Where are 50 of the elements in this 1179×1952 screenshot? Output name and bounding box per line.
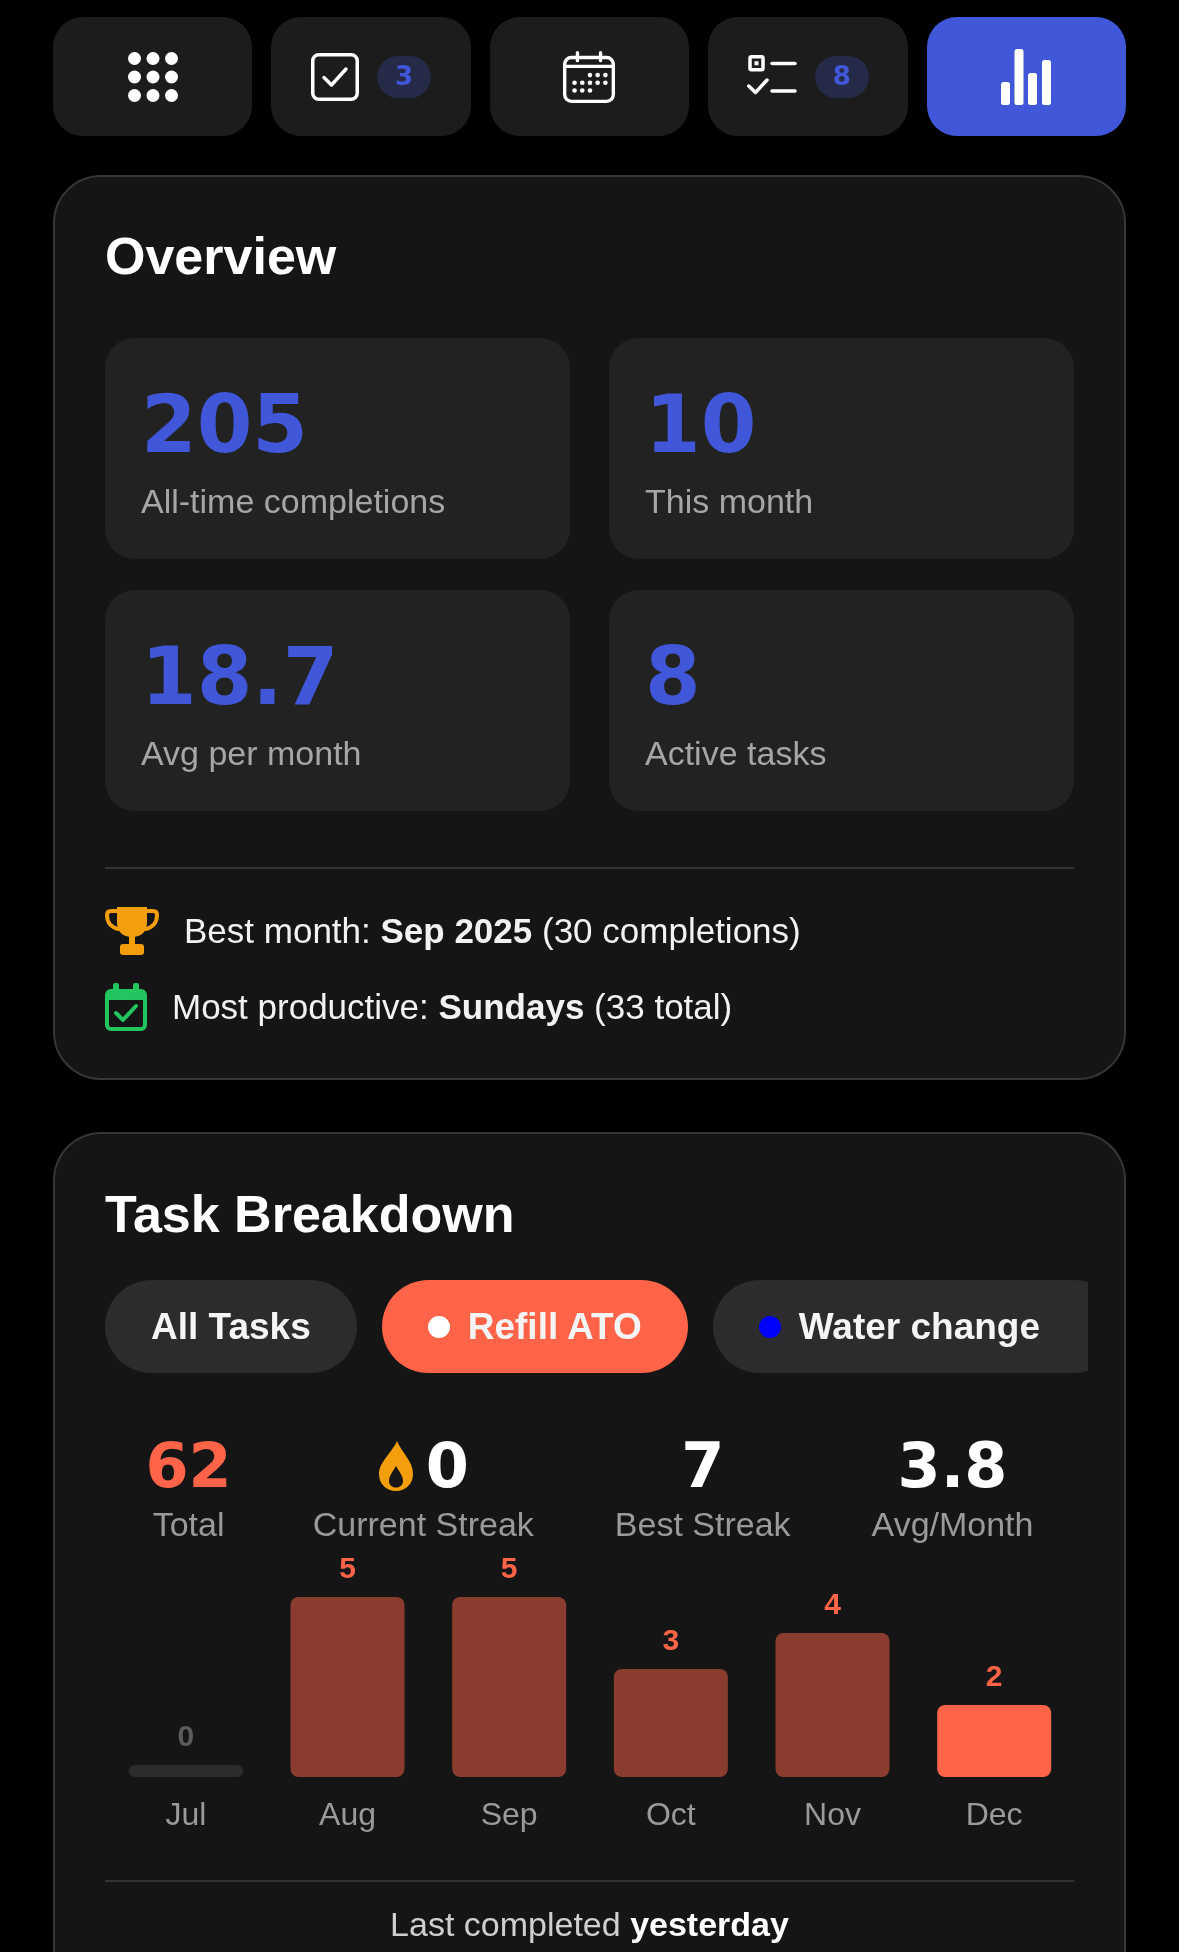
value-label: 4 (824, 1587, 841, 1620)
calendar-check-icon (105, 983, 147, 1031)
filter-chip[interactable]: Refill ATO (381, 1280, 688, 1373)
month-label: Nov (804, 1796, 861, 1832)
month-label: Aug (319, 1796, 376, 1832)
stat-label: Avg/Month (871, 1504, 1034, 1544)
stat-value: 18.7 (141, 637, 339, 717)
value-label: 5 (339, 1551, 356, 1584)
card-title: Task Breakdown (105, 1184, 516, 1245)
value-label: 3 (662, 1623, 680, 1656)
count-badge: 3 (377, 55, 432, 98)
stat-value: 8 (645, 637, 701, 717)
stat-label: Current Streak (312, 1504, 534, 1544)
stat-value: 10 (645, 385, 757, 465)
bar-chart-icon (1001, 48, 1052, 105)
flame-icon (377, 1441, 414, 1491)
nav-tab[interactable] (53, 17, 253, 136)
nav-tab[interactable] (489, 17, 690, 136)
value-label: 0 (177, 1719, 195, 1752)
stat-label: Total (152, 1504, 225, 1544)
stat-value: 62 (145, 1435, 232, 1497)
checkbox-icon (311, 52, 360, 101)
highlight-text: Most productive: Sundays (33 total) (172, 986, 733, 1028)
stat-label: Active tasks (645, 733, 827, 773)
card-title: Overview (105, 226, 338, 287)
stat-value: 205 (141, 385, 308, 465)
nav-tab[interactable]: 3 (271, 17, 471, 136)
value-label: 5 (500, 1551, 518, 1584)
stat-label: This month (645, 481, 814, 521)
stat-value: 7 (681, 1435, 725, 1497)
stat-label: Best Streak (614, 1504, 791, 1544)
nav-tab[interactable]: 8 (708, 17, 908, 136)
filter-chip[interactable]: Water change (712, 1280, 1088, 1373)
month-label: Dec (965, 1796, 1023, 1832)
stat-label: All-time completions (141, 481, 446, 521)
month-label: Sep (480, 1796, 538, 1832)
nav-tab[interactable] (926, 17, 1126, 136)
month-label: Oct (645, 1796, 696, 1832)
highlight-text: Best month: Sep 2025 (30 completions) (184, 910, 801, 952)
grid-icon (127, 51, 178, 102)
stat-value: 3.8 (897, 1435, 1008, 1497)
calendar-icon (563, 50, 616, 103)
count-badge: 8 (814, 55, 869, 98)
stat-label: Avg per month (141, 733, 362, 773)
stat-value: 0 (425, 1435, 469, 1497)
filter-chip[interactable]: All Tasks (105, 1280, 357, 1373)
value-label: 2 (985, 1659, 1003, 1692)
trophy-icon (105, 907, 159, 955)
last-completed-text: Last completed yesterday (389, 1904, 790, 1944)
month-label: Jul (165, 1796, 207, 1832)
